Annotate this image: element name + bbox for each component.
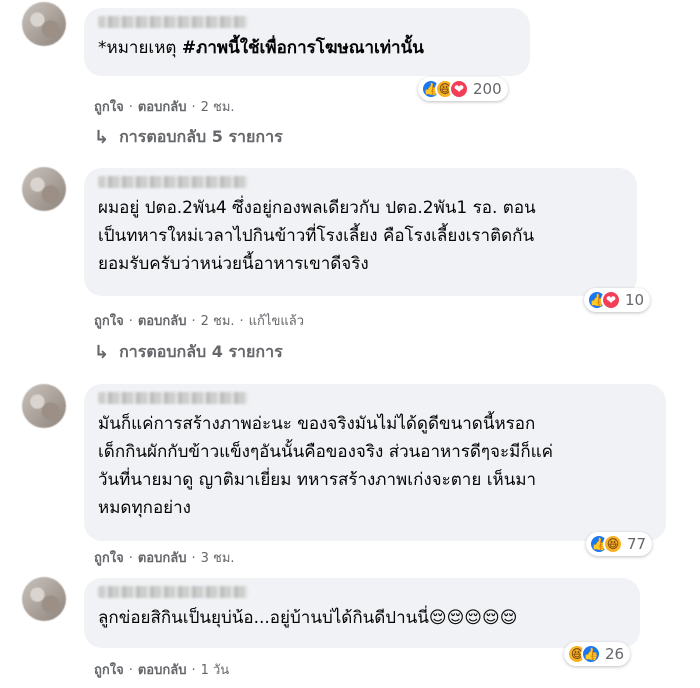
reply-link[interactable]: ตอบกลับ <box>138 100 187 115</box>
reply-arrow-icon: ↳ <box>94 127 110 148</box>
reaction-summary[interactable]: 👍 😆 77 <box>586 532 653 556</box>
comment-actions: ถูกใจ · ตอบกลับ · 2 ชม. · แก้ไขแล้ว <box>94 314 304 329</box>
reply-link[interactable]: ตอบกลับ <box>138 551 187 566</box>
reaction-summary[interactable]: 😆 👍 26 <box>564 642 631 666</box>
commenter-name-blurred[interactable] <box>98 586 248 598</box>
reaction-count: 77 <box>627 535 647 553</box>
comment-text: ลูกข่อยสิกินเป็นยุบ่น้อ...อยู่บ้านบ่ได้ก… <box>98 608 518 628</box>
reaction-summary[interactable]: 👍 ❤ 10 <box>584 288 651 312</box>
avatar[interactable] <box>22 2 66 46</box>
love-icon: ❤ <box>601 290 621 310</box>
view-replies-link[interactable]: ↳ การตอบกลับ 4 รายการ <box>94 340 283 365</box>
comment-actions: ถูกใจ · ตอบกลับ · 2 ชม. <box>94 100 235 115</box>
like-icon: 👍 <box>581 644 601 664</box>
timestamp[interactable]: 1 วัน <box>201 663 230 678</box>
haha-icon: 😆 <box>603 534 623 554</box>
like-link[interactable]: ถูกใจ <box>94 100 124 115</box>
reaction-summary[interactable]: 👍 😆 ❤ 200 <box>418 77 508 101</box>
comment-bubble: มันก็แค่การสร้างภาพอ่ะนะ ของจริงมันไม่ได… <box>84 384 666 541</box>
comment-text: *หมายเหตุ #ภาพนี้ใช้เพื่อการโฆษณาเท่านั้… <box>98 38 424 58</box>
comment-bubble: ลูกข่อยสิกินเป็นยุบ่น้อ...อยู่บ้านบ่ได้ก… <box>84 578 640 648</box>
reply-link[interactable]: ตอบกลับ <box>138 663 187 678</box>
timestamp[interactable]: 3 ชม. <box>201 551 235 566</box>
avatar[interactable] <box>22 384 66 428</box>
timestamp[interactable]: 2 ชม. <box>201 314 235 329</box>
edited-label: แก้ไขแล้ว <box>248 314 304 329</box>
comment-bubble: ผมอยู่ ปตอ.2พัน4 ซึ่งอยู่กองพลเดียวกับ ป… <box>84 168 637 296</box>
commenter-name-blurred[interactable] <box>98 392 248 404</box>
timestamp[interactable]: 2 ชม. <box>201 100 235 115</box>
comment-text: มันก็แค่การสร้างภาพอ่ะนะ ของจริงมันไม่ได… <box>98 414 553 518</box>
view-replies-link[interactable]: ↳ การตอบกลับ 5 รายการ <box>94 125 283 150</box>
reaction-count: 26 <box>605 645 625 663</box>
like-link[interactable]: ถูกใจ <box>94 663 124 678</box>
hashtag[interactable]: #ภาพนี้ใช้เพื่อการโฆษณาเท่านั้น <box>182 38 424 58</box>
reaction-count: 200 <box>473 80 502 98</box>
comment-bubble: *หมายเหตุ #ภาพนี้ใช้เพื่อการโฆษณาเท่านั้… <box>84 8 530 76</box>
replies-count-label: การตอบกลับ 5 รายการ <box>119 127 283 146</box>
love-icon: ❤ <box>449 79 469 99</box>
commenter-name-blurred[interactable] <box>98 176 248 188</box>
like-link[interactable]: ถูกใจ <box>94 551 124 566</box>
reply-arrow-icon: ↳ <box>94 342 110 363</box>
like-link[interactable]: ถูกใจ <box>94 314 124 329</box>
reaction-count: 10 <box>625 291 645 309</box>
comment-text: ผมอยู่ ปตอ.2พัน4 ซึ่งอยู่กองพลเดียวกับ ป… <box>98 198 536 274</box>
comment-actions: ถูกใจ · ตอบกลับ · 3 ชม. <box>94 551 235 566</box>
comment-actions: ถูกใจ · ตอบกลับ · 1 วัน <box>94 663 230 678</box>
avatar[interactable] <box>22 167 66 211</box>
reply-link[interactable]: ตอบกลับ <box>138 314 187 329</box>
commenter-name-blurred[interactable] <box>98 16 248 28</box>
avatar[interactable] <box>22 577 66 621</box>
replies-count-label: การตอบกลับ 4 รายการ <box>119 342 283 361</box>
